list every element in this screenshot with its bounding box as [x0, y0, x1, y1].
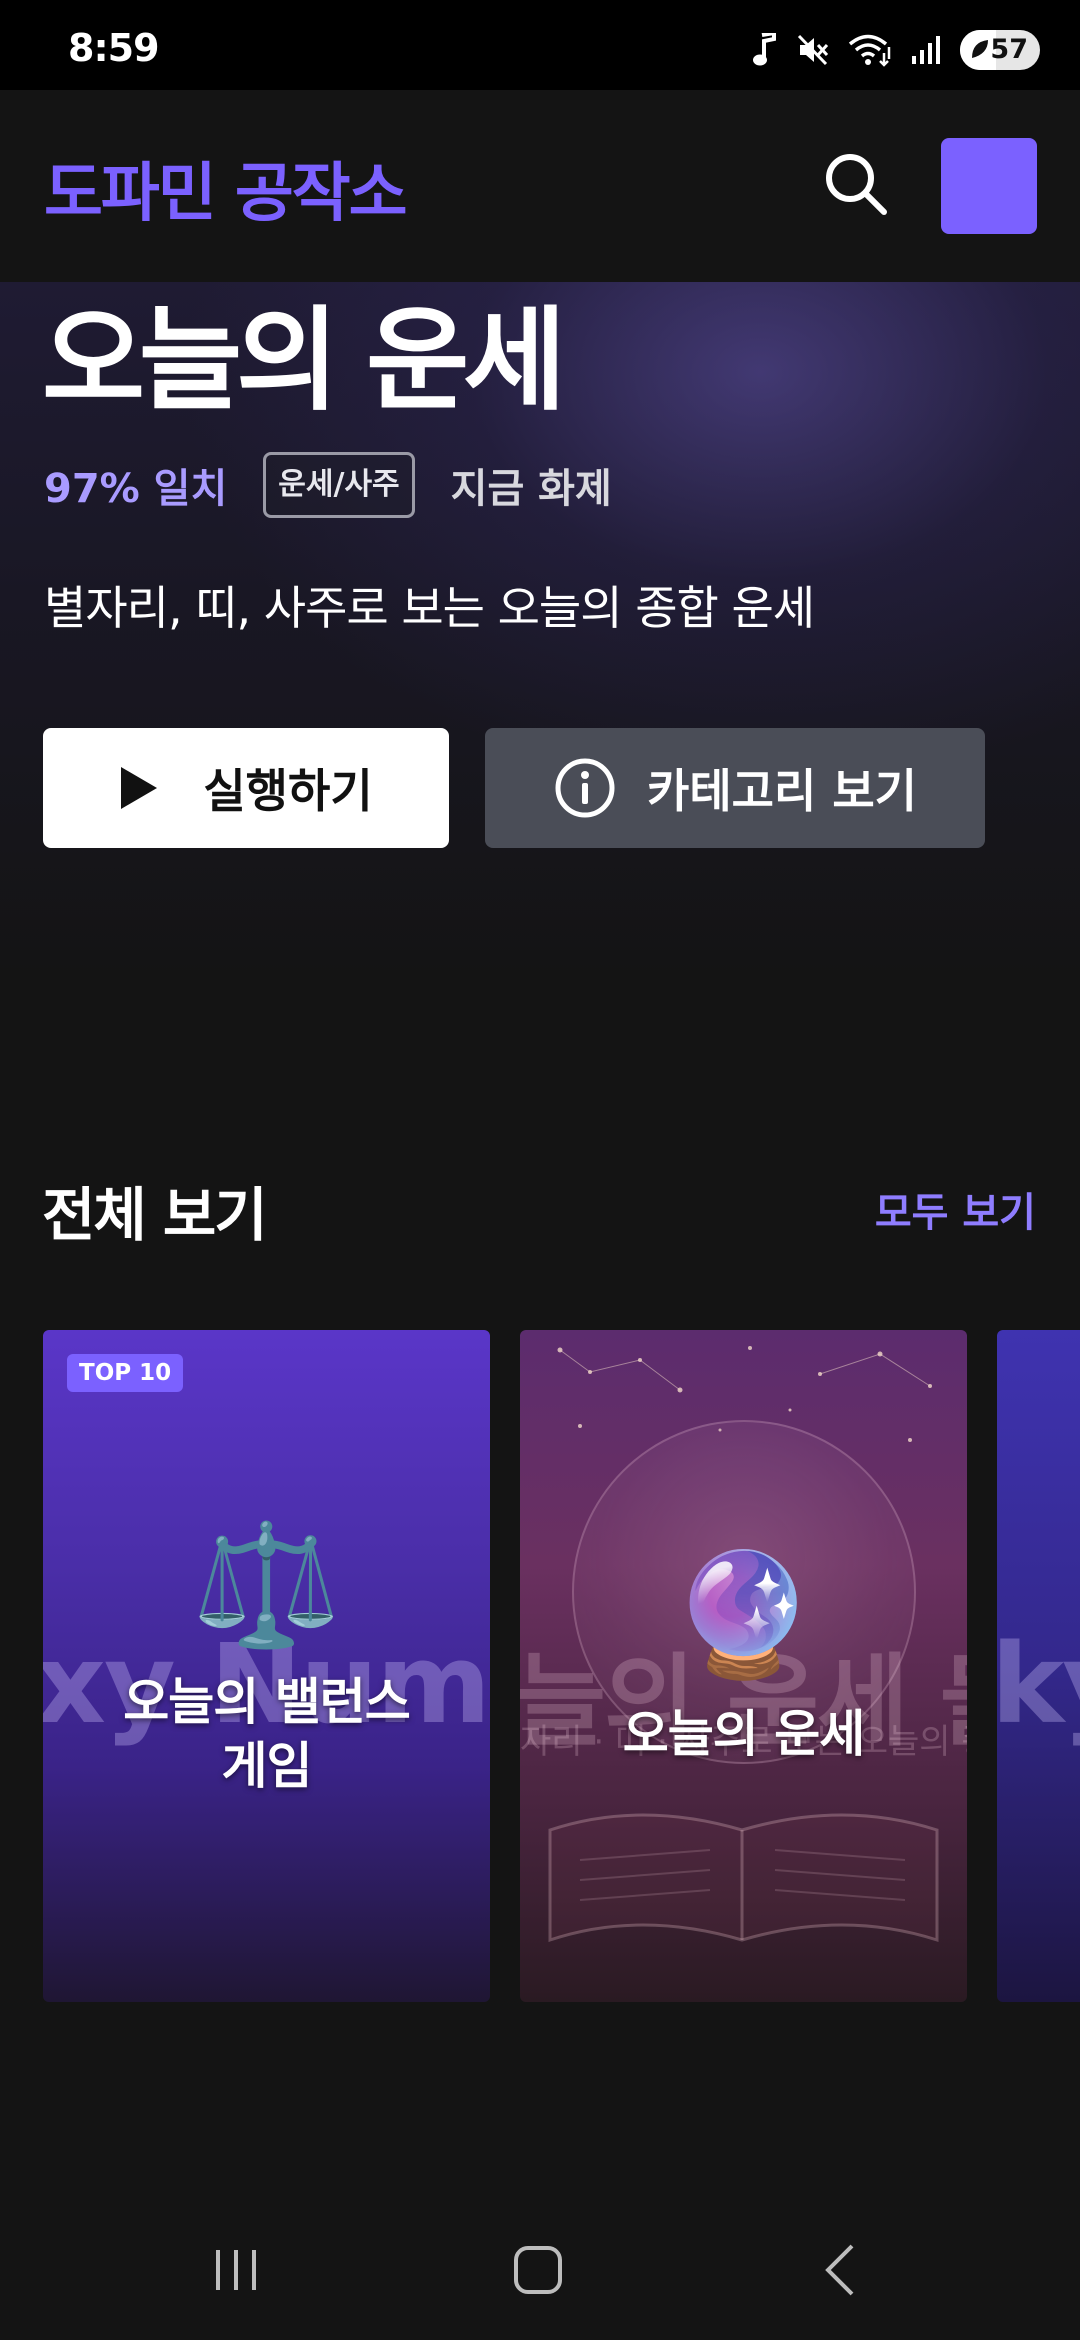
balance-scale-icon: ⚖️	[191, 1516, 342, 1655]
category-badge: 운세/사주	[263, 452, 415, 518]
back-button[interactable]	[812, 2240, 872, 2300]
section-title: 전체 보기	[42, 1181, 268, 1249]
top10-badge: TOP 10	[67, 1354, 184, 1392]
view-category-button-label: 카테고리 보기	[647, 764, 917, 818]
battery-level: 57	[990, 34, 1028, 65]
music-note-icon	[752, 33, 778, 67]
run-button[interactable]: 실행하기	[43, 728, 449, 848]
see-all-link[interactable]: 모두 보기	[875, 1180, 1036, 1238]
play-icon	[121, 767, 158, 809]
app-header: 도파민 공작소	[0, 90, 1080, 282]
home-icon	[514, 2246, 562, 2294]
wifi-icon	[848, 33, 892, 67]
status-bar: 8:59 57	[0, 0, 1080, 90]
recent-apps-icon	[216, 2250, 256, 2290]
crystal-ball-icon: 🔮	[668, 1546, 819, 1685]
search-button[interactable]	[820, 148, 892, 220]
hero-banner: 오늘의 운세 97% 일치 운세/사주 지금 화제 별자리, 띠, 사주로 보는…	[0, 282, 1080, 982]
content-card-partial[interactable]: ky	[997, 1330, 1080, 2002]
back-icon	[825, 2244, 854, 2296]
card-title: 오늘의 운세	[622, 1705, 865, 1763]
hero-description: 별자리, 띠, 사주로 보는 오늘의 종합 운세	[44, 581, 815, 635]
content-card-balance-game[interactable]: xy Num TOP 10 ⚖️ 오늘의 밸런스 게임	[43, 1330, 490, 2002]
system-nav-bar	[0, 2196, 1080, 2340]
info-icon	[555, 758, 615, 818]
match-score: 97% 일치	[44, 466, 228, 512]
hero-meta: 97% 일치 운세/사주 지금 화제	[44, 452, 612, 518]
app-title[interactable]: 도파민 공작소	[44, 142, 408, 234]
trending-label: 지금 화제	[450, 466, 612, 512]
card-background-text: ky	[997, 1620, 1080, 1748]
home-button[interactable]	[508, 2240, 568, 2300]
run-button-label: 실행하기	[203, 764, 373, 818]
hero-title: 오늘의 운세	[42, 296, 566, 426]
card-title: 오늘의 밸런스 게임	[123, 1673, 410, 1795]
mute-icon	[796, 33, 830, 67]
content-card-fortune[interactable]: 늘의 운세 둘 자리 · 띠 · 사주로 보는 오늘의 종합 운 🔮 오늘의 운…	[520, 1330, 967, 2002]
recent-apps-button[interactable]	[206, 2240, 266, 2300]
screen: 8:59 57 도파민 공작소 오늘의 운세 97% 일치 운세/사주 지금 화…	[0, 0, 1080, 2340]
profile-button[interactable]	[941, 138, 1037, 234]
view-category-button[interactable]: 카테고리 보기	[485, 728, 985, 848]
status-icons: 57	[752, 30, 1040, 70]
book-decoration	[548, 1813, 939, 1943]
status-time: 8:59	[68, 26, 160, 70]
battery-icon: 57	[960, 30, 1040, 70]
signal-icon	[910, 34, 942, 66]
search-icon	[826, 154, 887, 215]
